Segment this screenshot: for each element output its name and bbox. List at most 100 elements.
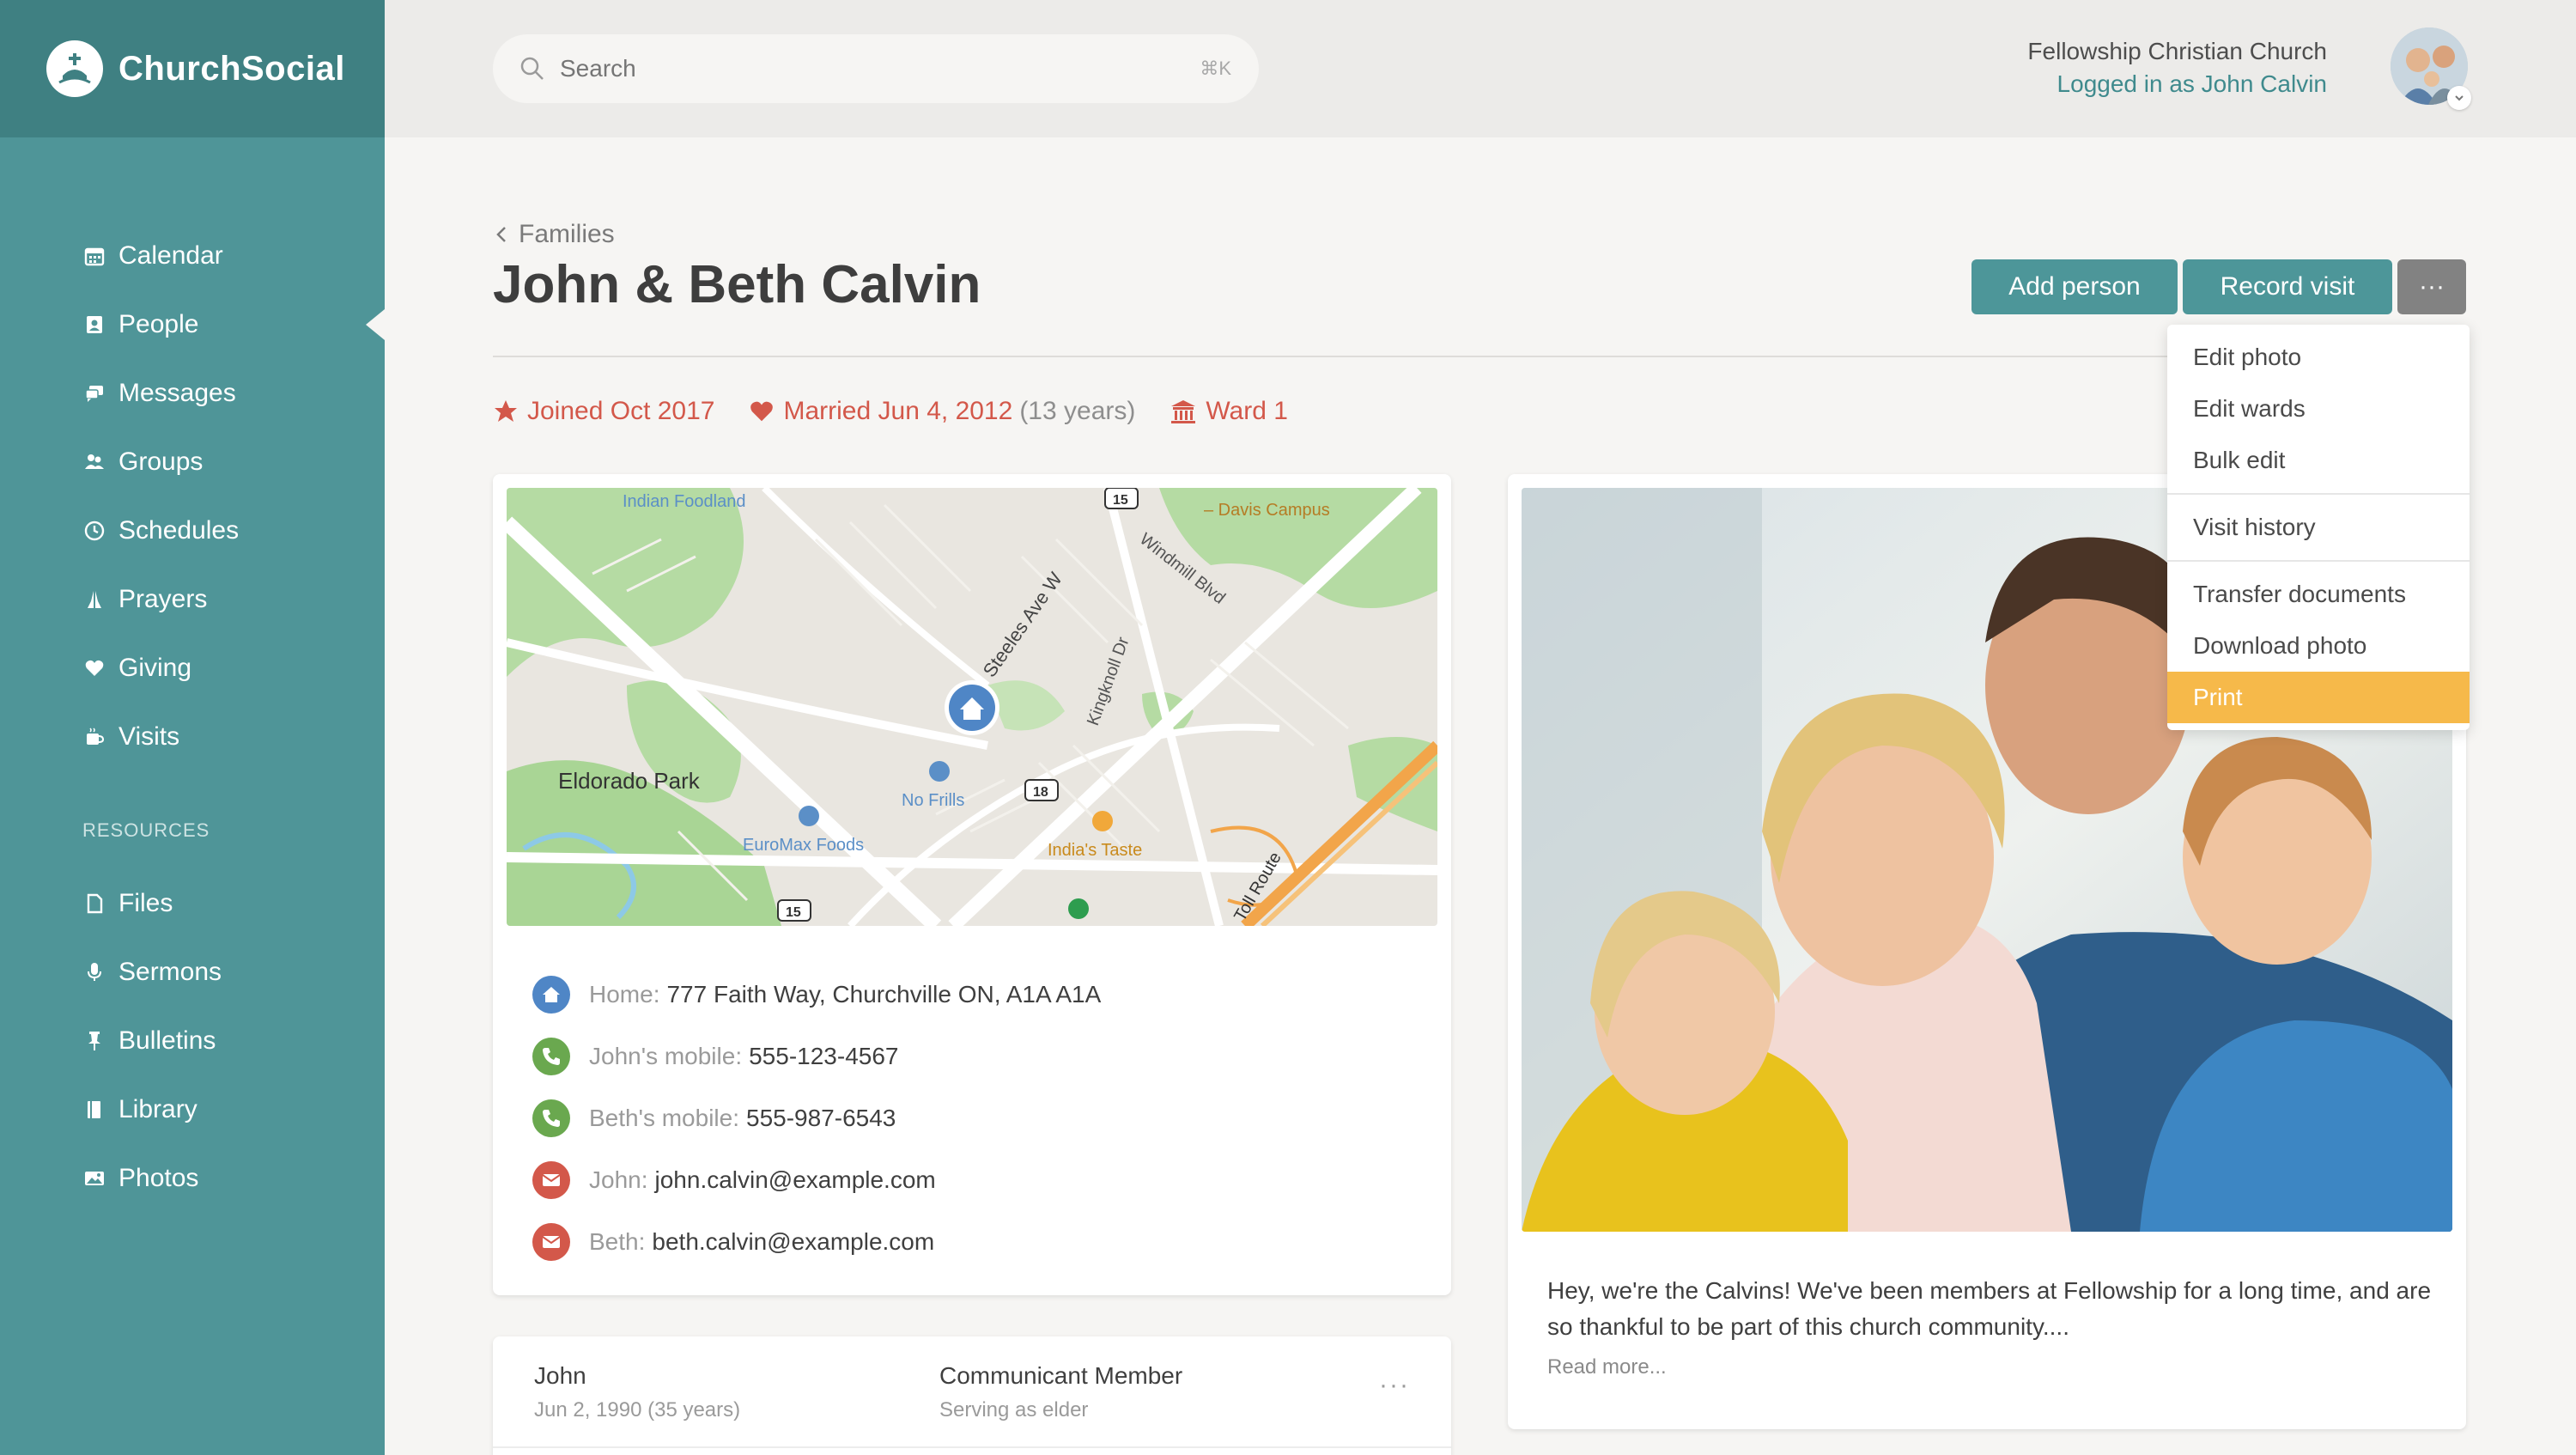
brand-name: ChurchSocial [118,49,345,88]
sidebar-item-schedules[interactable]: Schedules [0,496,385,565]
contact-value: 555-987-6543 [746,1105,896,1131]
coffee-icon [82,725,106,749]
member-role: Communicant Member [939,1362,1183,1389]
joined-date: Joined Oct 2017 [527,397,715,425]
sidebar: ChurchSocial Calendar People Messages Gr… [0,0,385,1455]
sidebar-item-library[interactable]: Library [0,1075,385,1144]
breadcrumb-families[interactable]: Families [519,220,615,249]
contact-home[interactable]: Home: 777 Faith Way, Churchville ON, A1A… [532,964,1101,1026]
menu-item-visit-history[interactable]: Visit history [2167,502,2470,553]
messages-icon [82,381,106,405]
married-years: (13 years) [1019,397,1136,425]
add-person-button[interactable]: Add person [1971,259,2178,314]
more-actions-button[interactable]: ··· [2397,259,2466,314]
map-label-no-frills: No Frills [902,791,964,810]
mail-icon [532,1223,570,1261]
brand[interactable]: ChurchSocial [0,0,385,137]
organization-name: Fellowship Christian Church [2027,38,2327,64]
ward-meta[interactable]: Ward 1 [1170,397,1288,426]
phone-icon [532,1038,570,1075]
search-input[interactable] [560,55,1161,82]
photo-icon [82,1166,106,1190]
sidebar-item-files[interactable]: Files [0,869,385,938]
sidebar-item-giving[interactable]: Giving [0,634,385,703]
map-route-15-top: 15 [1113,493,1128,508]
search-icon [520,57,544,80]
people-icon [82,313,106,337]
heart-icon [82,656,106,680]
record-visit-button[interactable]: Record visit [2183,259,2392,314]
sidebar-item-groups[interactable]: Groups [0,428,385,496]
star-icon [495,400,517,422]
contact-beth-mobile[interactable]: Beth's mobile: 555-987-6543 [532,1087,1101,1149]
contact-label: Beth: [589,1228,646,1255]
map-label-indias-taste: India's Taste [1048,841,1142,860]
member-name[interactable]: John [534,1362,586,1390]
sidebar-item-people[interactable]: People [0,290,385,359]
search-shortcut: ⌘K [1200,58,1231,79]
map-label-indian-foodland: Indian Foodland [623,492,745,511]
heart-icon [750,401,774,422]
contact-beth-email[interactable]: Beth: beth.calvin@example.com [532,1211,1101,1273]
page-title: John & Beth Calvin [493,255,981,314]
map-label-eldorado: Eldorado Park [558,768,701,794]
map-route-18: 18 [1033,785,1048,800]
joined-meta: Joined Oct 2017 [493,397,714,426]
contact-label: John's mobile: [589,1043,743,1069]
phone-icon [532,1099,570,1137]
menu-item-transfer-documents[interactable]: Transfer documents [2167,569,2470,620]
home-location-marker[interactable] [945,680,999,735]
search-box[interactable]: ⌘K [493,34,1259,103]
sidebar-item-label: Library [118,1095,197,1123]
married-meta: Married Jun 4, 2012 (13 years) [749,397,1135,426]
contact-label: Home: [589,981,660,1008]
sidebar-item-photos[interactable]: Photos [0,1144,385,1213]
sidebar-item-label: People [118,310,199,338]
account-info: Fellowship Christian Church Logged in as… [2027,38,2327,98]
praying-hands-icon [82,587,106,612]
church-logo-icon [46,40,103,97]
sidebar-item-calendar[interactable]: Calendar [0,222,385,290]
contact-john-email[interactable]: John: john.calvin@example.com [532,1149,1101,1211]
sidebar-item-label: Files [118,889,173,917]
sidebar-item-label: Groups [118,447,204,476]
member-divider [493,1446,1451,1448]
sidebar-item-label: Messages [118,379,236,407]
sidebar-item-label: Calendar [118,241,223,270]
sidebar-item-label: Prayers [118,585,208,613]
member-more-button[interactable]: ··· [1379,1371,1410,1400]
contact-label: John: [589,1166,648,1193]
clock-icon [82,519,106,543]
breadcrumb[interactable]: Families [493,220,615,249]
sidebar-item-bulletins[interactable]: Bulletins [0,1007,385,1075]
map-label-euromax: EuroMax Foods [743,836,864,855]
sidebar-item-sermons[interactable]: Sermons [0,938,385,1007]
sidebar-item-prayers[interactable]: Prayers [0,565,385,634]
read-more-link[interactable]: Read more... [1547,1355,1667,1379]
married-date: Married Jun 4, 2012 [783,397,1013,425]
logged-in-user[interactable]: Logged in as John Calvin [2027,70,2327,98]
menu-item-edit-wards[interactable]: Edit wards [2167,383,2470,435]
contact-value: beth.calvin@example.com [652,1228,935,1255]
contact-label: Beth's mobile: [589,1105,739,1131]
menu-item-download-photo[interactable]: Download photo [2167,620,2470,672]
resources-nav: Files Sermons Bulletins Library Photos [0,869,385,1213]
pin-icon [82,1029,106,1053]
location-map[interactable]: Indian Foodland – Davis Campus Windmill … [507,488,1437,926]
menu-item-bulk-edit[interactable]: Bulk edit [2167,435,2470,486]
sidebar-item-visits[interactable]: Visits [0,703,385,771]
ward-label: Ward 1 [1206,397,1288,425]
sidebar-item-label: Photos [118,1164,199,1192]
sidebar-item-label: Bulletins [118,1026,216,1055]
sidebar-item-label: Sermons [118,958,222,986]
family-bio: Hey, we're the Calvins! We've been membe… [1547,1277,2432,1340]
menu-item-edit-photo[interactable]: Edit photo [2167,332,2470,383]
menu-divider [2167,493,2470,495]
menu-divider [2167,560,2470,562]
contact-john-mobile[interactable]: John's mobile: 555-123-4567 [532,1026,1101,1087]
more-actions-menu: Edit photo Edit wards Bulk edit Visit hi… [2167,325,2470,730]
sidebar-item-messages[interactable]: Messages [0,359,385,428]
groups-icon [82,450,106,474]
menu-item-print[interactable]: Print [2167,672,2470,723]
chevron-down-icon[interactable] [2447,86,2471,110]
